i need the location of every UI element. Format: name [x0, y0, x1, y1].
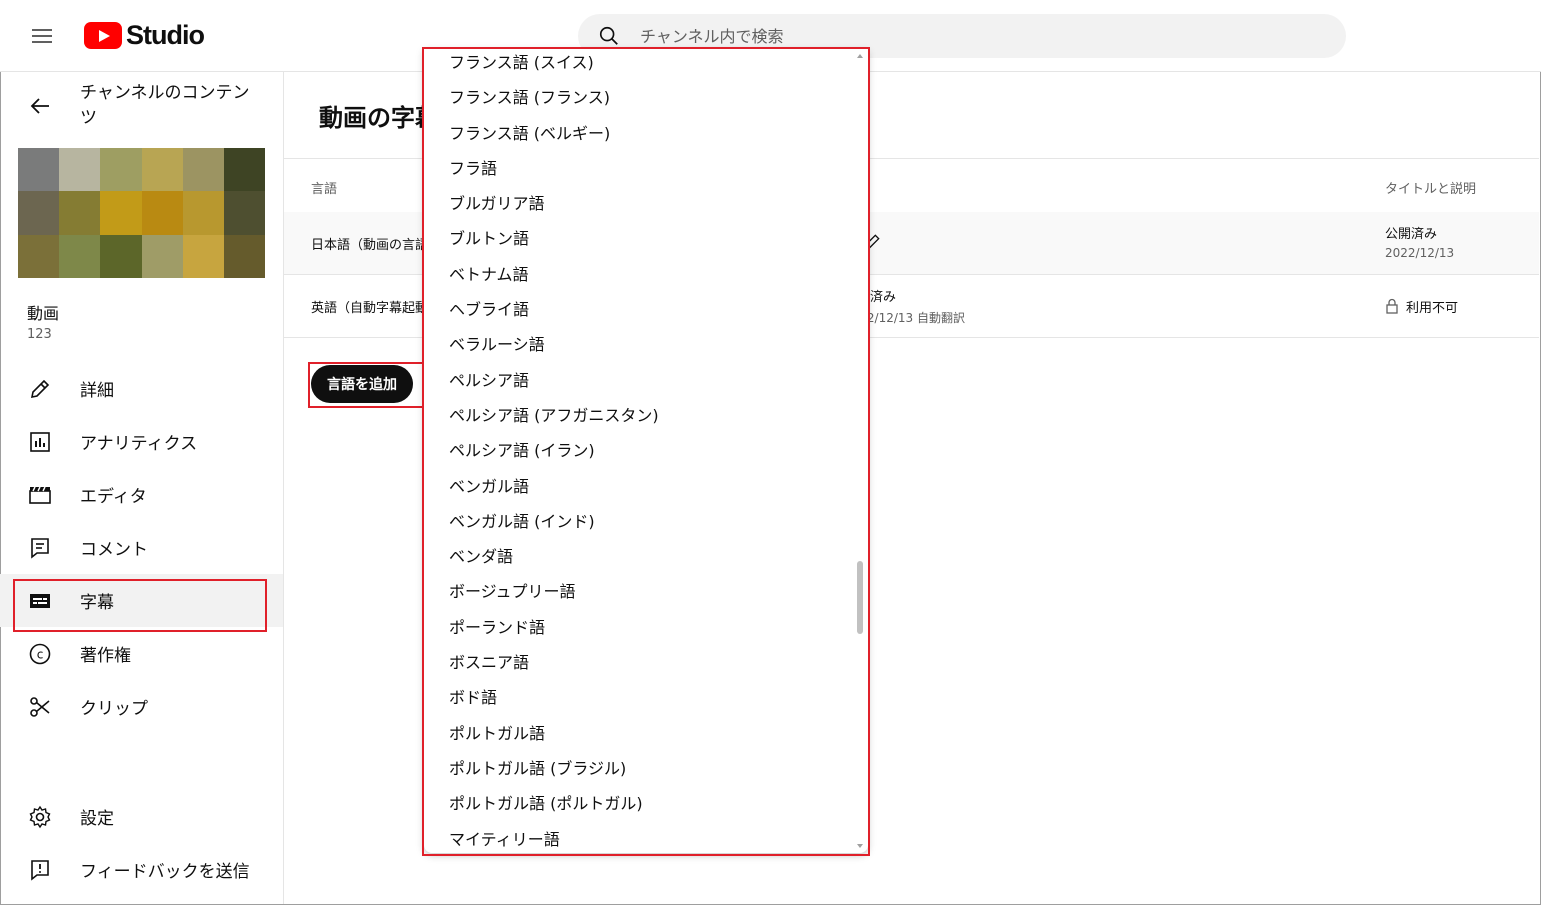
thumbnail-tile: [18, 148, 60, 192]
video-id: 123: [27, 327, 52, 342]
language-option[interactable]: ベトナム語: [424, 257, 854, 292]
search-icon[interactable]: [598, 25, 620, 47]
thumbnail-tile: [18, 191, 60, 235]
nav-item-subtitles[interactable]: 字幕: [0, 574, 283, 627]
nav-label: フィードバックを送信: [80, 862, 250, 882]
row-title-date: 2022/12/13: [1385, 246, 1455, 260]
youtube-play-icon: [84, 21, 122, 49]
language-option[interactable]: ペルシア語 (イラン): [424, 433, 854, 468]
language-option[interactable]: ボージュプリー語: [424, 574, 854, 609]
logo-text: Studio: [126, 19, 205, 50]
thumbnail-tile: [182, 191, 224, 235]
gear-icon: [29, 805, 51, 829]
feedback-icon: [31, 860, 49, 881]
back-arrow-icon[interactable]: [28, 94, 52, 118]
language-option[interactable]: ブルトン語: [424, 221, 854, 256]
nav-item-clips[interactable]: クリップ: [0, 680, 283, 733]
add-language-button[interactable]: 言語を追加: [311, 365, 413, 403]
channel-content-link[interactable]: チャンネルのコンテンツ: [80, 81, 265, 131]
language-option[interactable]: ベンガル語: [424, 469, 854, 504]
nav-item-feedback[interactable]: フィードバックを送信: [0, 843, 283, 896]
language-option[interactable]: ベラルーシ語: [424, 327, 854, 362]
thumbnail-tile: [223, 148, 265, 192]
row-title-status: 公開済み: [1385, 227, 1438, 242]
column-language: 言語: [311, 182, 338, 197]
thumbnail-tile: [18, 234, 60, 278]
thumbnail-tile: [100, 234, 142, 278]
language-option[interactable]: ヘブライ語: [424, 292, 854, 327]
language-option[interactable]: ペルシア語 (アフガニスタン): [424, 398, 854, 433]
row-language: 日本語（動画の言語）: [311, 238, 442, 253]
clapper-icon: [29, 486, 51, 504]
search-input[interactable]: [638, 25, 1242, 47]
language-option[interactable]: ポルトガル語 (ポルトガル): [424, 786, 854, 821]
language-option[interactable]: ベンダ語: [424, 539, 854, 574]
comment-icon: [31, 538, 49, 559]
nav-item-copyright[interactable]: c 著作権: [0, 627, 283, 680]
language-option[interactable]: ポルトガル語 (ブラジル): [424, 751, 854, 786]
language-option[interactable]: マイティリー語: [424, 822, 854, 853]
row-title-status: 利用不可: [1406, 301, 1459, 316]
video-title: 動画: [27, 304, 60, 323]
language-option[interactable]: フランス語 (ベルギー): [424, 116, 854, 151]
nav-label: 詳細: [80, 381, 114, 401]
language-option[interactable]: ペルシア語: [424, 363, 854, 398]
row-language: 英語（自動字幕起動）: [311, 301, 442, 316]
scroll-up-arrow-icon[interactable]: [857, 54, 863, 58]
scroll-down-arrow-icon[interactable]: [857, 844, 863, 848]
nav-label: 設定: [80, 809, 114, 829]
nav-label: クリップ: [80, 699, 148, 719]
analytics-icon: [30, 432, 50, 452]
language-option[interactable]: ベンガル語 (インド): [424, 504, 854, 539]
thumbnail-tile: [182, 234, 224, 278]
scissors-icon: [30, 697, 50, 717]
nav-item-settings[interactable]: 設定: [0, 790, 283, 843]
thumbnail-tile: [182, 148, 224, 192]
language-option[interactable]: ボスニア語: [424, 645, 854, 680]
nav-label: アナリティクス: [80, 434, 198, 454]
svg-text:c: c: [37, 648, 44, 662]
nav-item-details[interactable]: 詳細: [0, 362, 283, 415]
nav-label: 字幕: [80, 593, 114, 613]
language-option[interactable]: ポーランド語: [424, 610, 854, 645]
thumbnail-tile: [100, 148, 142, 192]
language-option[interactable]: ポルトガル語: [424, 716, 854, 751]
thumbnail-tile: [59, 234, 101, 278]
language-options: フランス語 (スイス) フランス語 (フランス) フランス語 (ベルギー) フラ語 ブル…: [424, 49, 854, 853]
pencil-icon: [30, 379, 50, 399]
scrollbar-thumb[interactable]: [857, 561, 863, 634]
thumbnail-tile: [141, 191, 183, 235]
thumbnail-tile: [223, 191, 265, 235]
studio-logo[interactable]: Studio: [84, 19, 205, 51]
nav-item-editor[interactable]: エディタ: [0, 468, 283, 521]
video-thumbnail[interactable]: [18, 148, 265, 278]
nav-label: 著作権: [80, 646, 131, 666]
nav-item-analytics[interactable]: アナリティクス: [0, 415, 283, 468]
hamburger-menu-icon[interactable]: [30, 24, 54, 48]
nav-item-comments[interactable]: コメント: [0, 521, 283, 574]
dropdown-scrollbar[interactable]: [854, 49, 868, 853]
thumbnail-tile: [141, 148, 183, 192]
subtitles-icon: [30, 594, 50, 608]
copyright-icon: c: [29, 643, 51, 665]
page-title: 動画の字幕: [319, 104, 439, 132]
thumbnail-tile: [59, 191, 101, 235]
thumbnail-tile: [223, 234, 265, 278]
thumbnail-tile: [141, 234, 183, 278]
language-option[interactable]: フランス語 (フランス): [424, 80, 854, 115]
language-option[interactable]: フラ語: [424, 151, 854, 186]
lock-icon: [1386, 298, 1398, 314]
sidebar: チャンネルのコンテンツ 動画 123 詳細 アナリティクス エディタ コメント …: [0, 72, 284, 904]
language-option[interactable]: ボド語: [424, 680, 854, 715]
language-dropdown[interactable]: フランス語 (スイス) フランス語 (フランス) フランス語 (ベルギー) フラ語 ブル…: [424, 49, 868, 853]
language-option[interactable]: フランス語 (スイス): [424, 49, 854, 80]
nav-label: エディタ: [80, 487, 147, 507]
thumbnail-tile: [59, 148, 101, 192]
thumbnail-tile: [100, 191, 142, 235]
language-option[interactable]: ブルガリア語: [424, 186, 854, 221]
nav-label: コメント: [80, 540, 148, 560]
column-title-description: タイトルと説明: [1385, 182, 1477, 197]
